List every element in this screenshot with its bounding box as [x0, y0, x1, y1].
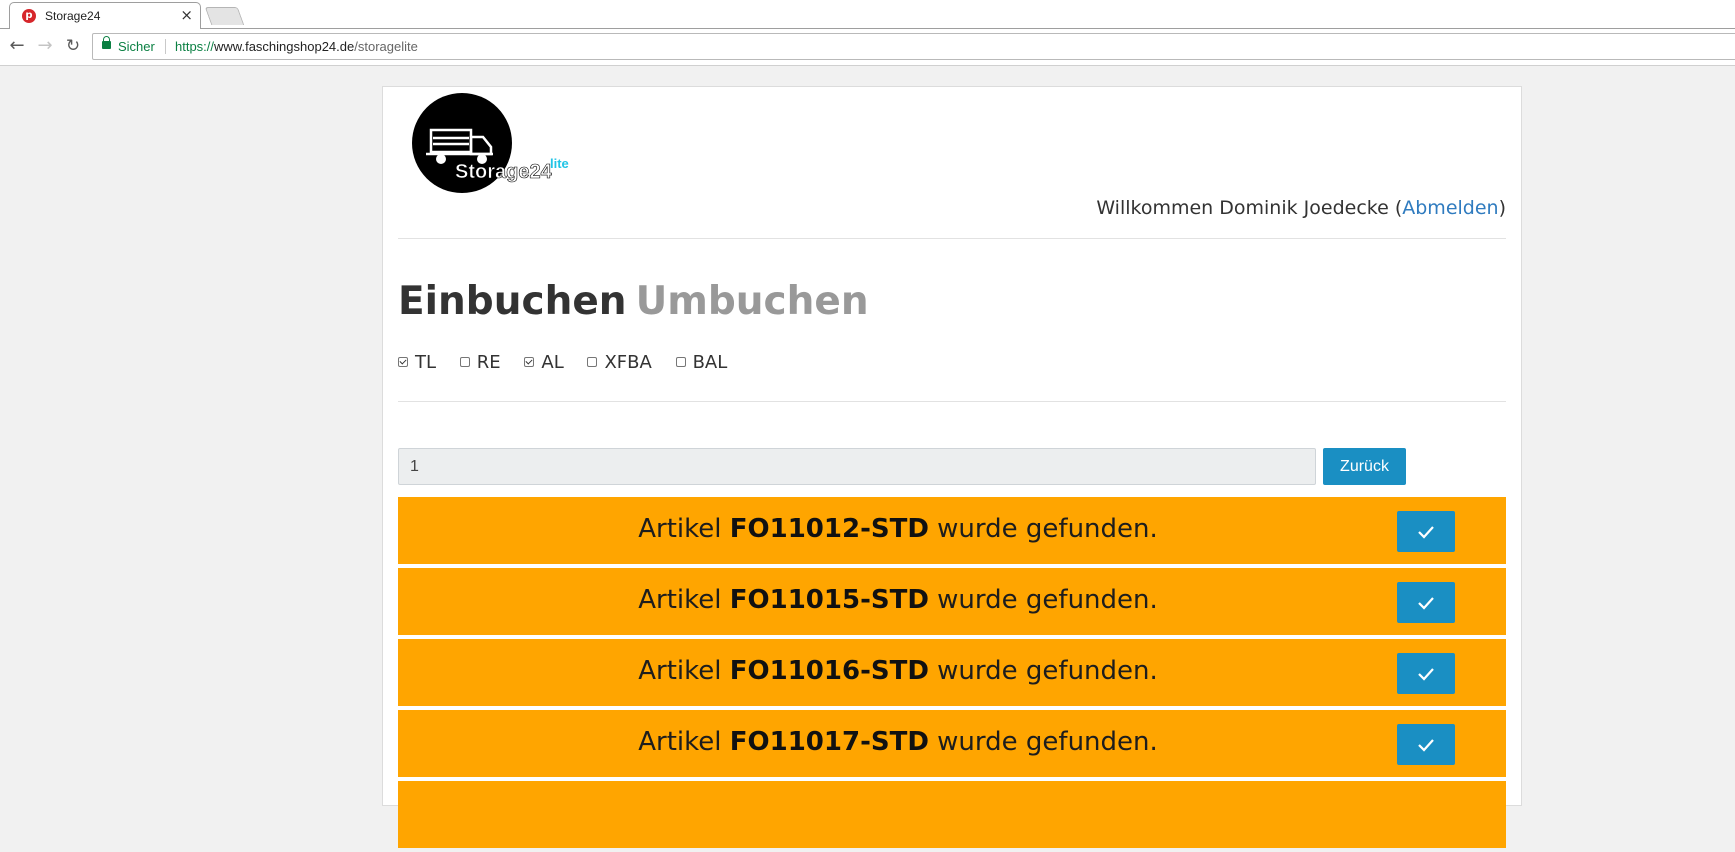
result-message: Artikel FO11016-STD wurde gefunden.	[638, 656, 1158, 686]
forward-arrow-icon[interactable]: →	[33, 34, 57, 58]
confirm-button[interactable]	[1397, 582, 1455, 623]
back-button[interactable]: Zurück	[1323, 448, 1406, 485]
browser-toolbar: ← → ↻ Sicher https://www.faschingshop24.…	[0, 29, 1735, 66]
checkbox[interactable]	[675, 357, 686, 367]
checkmark-icon	[1418, 667, 1434, 681]
logo-suffix: lite	[550, 156, 569, 171]
filter-bal[interactable]: BAL	[675, 352, 727, 373]
confirm-button[interactable]	[1397, 724, 1455, 765]
favicon-icon: p	[22, 9, 36, 23]
article-sku: FO11012-STD	[729, 514, 929, 544]
back-arrow-icon[interactable]: ←	[5, 34, 29, 58]
logo-text: Storage24	[455, 161, 553, 183]
tab-strip: p Storage24 ×	[0, 0, 1735, 29]
address-bar[interactable]: Sicher https://www.faschingshop24.de/sto…	[92, 33, 1735, 60]
mode-umbuchen[interactable]: Umbuchen	[636, 279, 869, 324]
tab-close-icon[interactable]: ×	[180, 6, 193, 24]
browser-tab[interactable]: p Storage24 ×	[9, 2, 201, 29]
article-sku: FO11016-STD	[729, 656, 929, 686]
checkmark-icon	[1418, 596, 1434, 610]
reload-icon[interactable]: ↻	[61, 34, 85, 58]
result-list: Artikel FO11012-STD wurde gefunden. Arti…	[398, 497, 1506, 852]
result-message: Artikel FO11012-STD wurde gefunden.	[638, 514, 1158, 544]
result-row: Artikel FO11017-STD wurde gefunden.	[398, 710, 1506, 777]
filter-re[interactable]: RE	[459, 352, 501, 373]
confirm-button[interactable]	[1397, 653, 1455, 694]
mode-switch: Einbuchen Umbuchen	[398, 279, 869, 324]
checkbox[interactable]	[459, 357, 470, 367]
filter-tl[interactable]: TL	[398, 352, 436, 373]
filter-al[interactable]: AL	[524, 352, 564, 373]
result-row-partial	[398, 781, 1506, 848]
new-tab-button[interactable]	[204, 7, 245, 25]
article-search-input[interactable]	[398, 448, 1316, 485]
checkmark-icon	[1418, 525, 1434, 539]
storage24-logo: Storage24 lite	[411, 92, 581, 194]
logout-link[interactable]: Abmelden	[1402, 197, 1498, 219]
lock-icon	[102, 36, 111, 49]
filter-checkboxes: TL RE AL XFBA BAL	[398, 351, 745, 373]
main-panel: Storage24 lite Willkommen Dominik Joedec…	[382, 86, 1522, 848]
filter-xfba[interactable]: XFBA	[587, 352, 652, 373]
article-sku: FO11015-STD	[729, 585, 929, 615]
checkbox[interactable]	[587, 357, 598, 367]
divider	[398, 238, 1506, 239]
checkbox[interactable]	[398, 357, 408, 367]
checkmark-icon	[1418, 738, 1434, 752]
secure-label: Sicher	[118, 39, 155, 54]
confirm-button[interactable]	[1397, 511, 1455, 552]
welcome-message: Willkommen Dominik Joedecke (Abmelden)	[1096, 197, 1506, 219]
tab-title: Storage24	[45, 9, 101, 23]
checkbox[interactable]	[524, 357, 535, 367]
mode-einbuchen[interactable]: Einbuchen	[398, 279, 627, 324]
result-message: Artikel FO11015-STD wurde gefunden.	[638, 585, 1158, 615]
result-row: Artikel FO11016-STD wurde gefunden.	[398, 639, 1506, 706]
result-message: Artikel FO11017-STD wurde gefunden.	[638, 727, 1158, 757]
url-text[interactable]: https://www.faschingshop24.de/storagelit…	[175, 39, 418, 54]
article-sku: FO11017-STD	[729, 727, 929, 757]
divider	[398, 401, 1506, 402]
result-row: Artikel FO11012-STD wurde gefunden.	[398, 497, 1506, 564]
result-row: Artikel FO11015-STD wurde gefunden.	[398, 568, 1506, 635]
